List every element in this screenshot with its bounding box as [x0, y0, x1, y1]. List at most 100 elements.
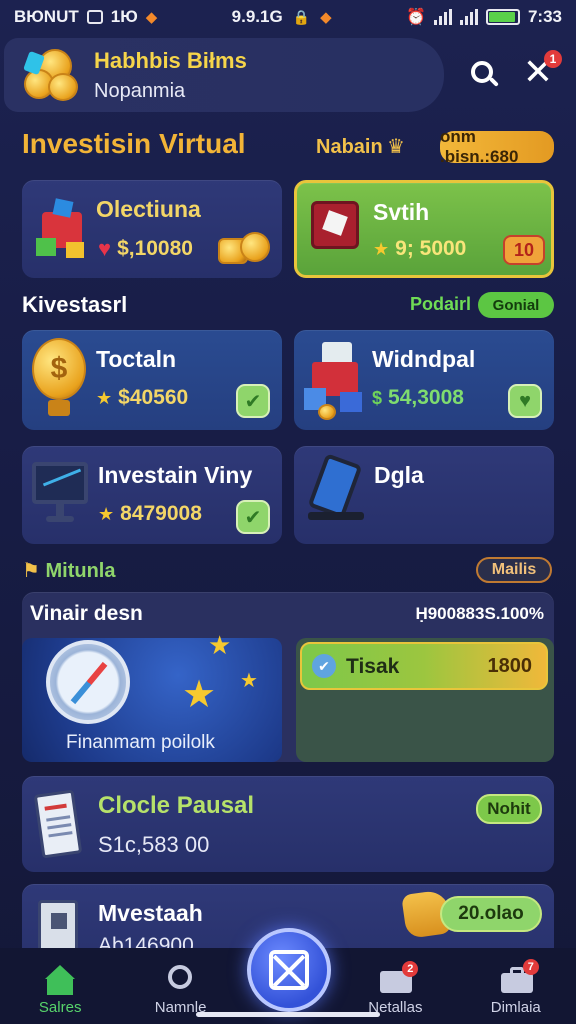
- card-value-row: ★ 8479008: [98, 502, 202, 526]
- app-icon: ◆: [145, 9, 158, 26]
- card-value-row: ★ $40560: [96, 386, 188, 410]
- card-value-row: ♥ $,10080: [98, 236, 193, 262]
- nav-badge: 7: [522, 959, 539, 975]
- flag-icon: ⚑: [22, 560, 40, 582]
- nohit-pill-button[interactable]: Nohit: [476, 794, 542, 824]
- card-title: Svtih: [373, 199, 430, 225]
- task-progress-bar[interactable]: ✔ Tisak 1800: [300, 642, 548, 690]
- heart-check-icon[interactable]: ♥: [508, 384, 542, 418]
- card-value: 54,3008: [388, 386, 464, 409]
- card-value: $40560: [118, 386, 189, 409]
- nav-label: Dimlaia: [490, 999, 541, 1016]
- notification-icon: [86, 10, 103, 24]
- document-icon: [33, 788, 83, 860]
- card-title: Dgla: [374, 462, 424, 488]
- progress-label: Tisak: [346, 655, 400, 678]
- crown-icon: ♛: [387, 136, 405, 158]
- feature-panel: Vinair desn Ḥ900883S.100% ★ ★ ★ Finanmam…: [22, 592, 554, 762]
- card-svtih[interactable]: Svtih ★ 9; 5000 10: [294, 180, 554, 278]
- status-count: 1Ю: [110, 7, 138, 26]
- card-toctaln[interactable]: $ Toctaln ★ $40560 ✔: [22, 330, 282, 430]
- status-carrier: BЮNUT: [14, 7, 79, 26]
- section-mitunla-text: Mitunla: [45, 560, 116, 582]
- card-value-row: ★ 9; 5000: [373, 237, 466, 261]
- list-item-clocle-pausal[interactable]: Clocle Pausal S1c,583 00 Nohit: [22, 776, 554, 872]
- check-icon[interactable]: ✔: [236, 500, 270, 534]
- progress-panel: ✔ Tisak 1800: [296, 638, 554, 762]
- feature-stat: Ḥ900883S.100%: [415, 604, 544, 623]
- close-square-icon: [269, 950, 309, 990]
- profile-header[interactable]: Habhbis Biłms Nopanmia: [4, 38, 444, 112]
- list-item-title: Mvestaah: [98, 900, 203, 926]
- card-title: Olectiuna: [96, 196, 201, 222]
- heart-icon: ♥: [98, 236, 112, 261]
- home-indicator: [196, 1012, 380, 1017]
- check-icon[interactable]: ✔: [236, 384, 270, 418]
- nav-item-dimlaia[interactable]: 7 Dimlaia: [461, 959, 571, 1016]
- home-icon: [43, 965, 77, 995]
- card-title: Investain Viny: [98, 462, 253, 488]
- header-title: Habhbis Biłms: [94, 47, 247, 73]
- nav-item-salres[interactable]: Salres: [5, 965, 115, 1016]
- coin-stack-icon: [218, 232, 272, 266]
- section-title-mitunla: ⚑ Mitunla: [22, 558, 116, 583]
- section-title-virtual: Investisin Virtual: [22, 128, 246, 159]
- status-bar: BЮNUT 1Ю ◆ 9.9.1G 🔒 ◆ ⏰ 7:33: [0, 0, 576, 34]
- coins-logo-icon: [20, 47, 80, 103]
- banner-caption: Finanmam poilolk: [66, 732, 215, 753]
- briefcase-icon: 7: [499, 959, 539, 995]
- star-icon: ★: [208, 630, 232, 660]
- star-icon: ★: [98, 503, 115, 524]
- card-value-row: $ 54,3008: [372, 386, 464, 410]
- gift-boxes-icon: [36, 196, 88, 260]
- star-icon: ★: [96, 387, 113, 408]
- card-value: 8479008: [120, 502, 202, 525]
- compass-icon: [46, 640, 130, 724]
- card-count-badge: 10: [503, 235, 545, 265]
- star-icon: ★: [373, 238, 390, 259]
- dollar-coin-icon: $: [32, 338, 88, 422]
- status-network: 9.9.1G: [231, 7, 283, 26]
- amount-pill-button[interactable]: 20.olao: [440, 896, 542, 932]
- check-icon: ✔: [312, 654, 336, 678]
- mail-icon: 2: [378, 961, 419, 995]
- header-subtitle: Nopanmia: [94, 79, 186, 102]
- star-icon: ★: [240, 670, 258, 692]
- list-item-value: S1c,583 00: [98, 832, 210, 857]
- wallet-icon: [311, 201, 361, 251]
- status-time: 7:33: [527, 7, 562, 26]
- compass-banner[interactable]: ★ ★ ★ Finanmam poilolk: [22, 630, 282, 762]
- card-value: 9; 5000: [395, 237, 467, 260]
- card-widndpal[interactable]: Widndpal $ 54,3008 ♥: [294, 330, 554, 430]
- vpn-icon: ◆: [320, 9, 332, 26]
- card-value: $,10080: [117, 237, 193, 260]
- nav-badge: 2: [402, 961, 419, 977]
- section-virtual-label: Nabain: [316, 136, 383, 158]
- card-investain-viny[interactable]: Investain Viny ★ 8479008 ✔: [22, 446, 282, 544]
- search-icon: [471, 61, 493, 83]
- gonial-pill-button[interactable]: Gonial: [478, 292, 554, 318]
- nav-item-namnle[interactable]: Namnle: [126, 965, 236, 1016]
- list-item-title: Clocle Pausal: [98, 792, 255, 819]
- search-button[interactable]: [462, 52, 502, 92]
- section-title-kivestasrl: Kivestasrl: [22, 292, 128, 317]
- shopping-boxes-icon: [304, 338, 366, 422]
- card-dgla[interactable]: Dgla: [294, 446, 554, 544]
- dollar-icon: $: [372, 387, 383, 408]
- virtual-balance-badge[interactable]: onm .bisn.:680: [440, 127, 554, 166]
- section-kivestasrl-label: Podairl: [410, 294, 472, 314]
- card-title: Toctaln: [96, 346, 177, 372]
- battery-icon: [485, 9, 520, 25]
- monitor-chart-icon: [32, 462, 92, 526]
- center-action-button[interactable]: [247, 928, 331, 1012]
- mailis-pill-button[interactable]: Mailis: [476, 557, 552, 583]
- notification-badge: 1: [544, 50, 562, 68]
- star-icon: ★: [182, 674, 217, 716]
- search-icon: [164, 965, 198, 995]
- nav-item-netallas[interactable]: 2 Netallas: [340, 961, 450, 1016]
- tablet-icon: [307, 453, 370, 524]
- card-olectiuna[interactable]: Olectiuna ♥ $,10080: [22, 180, 282, 278]
- app-screen: BЮNUT 1Ю ◆ 9.9.1G 🔒 ◆ ⏰ 7:33 Habhbis Bił…: [0, 0, 576, 1024]
- signal-icon-2: [459, 9, 478, 25]
- progress-value: 1800: [487, 655, 533, 677]
